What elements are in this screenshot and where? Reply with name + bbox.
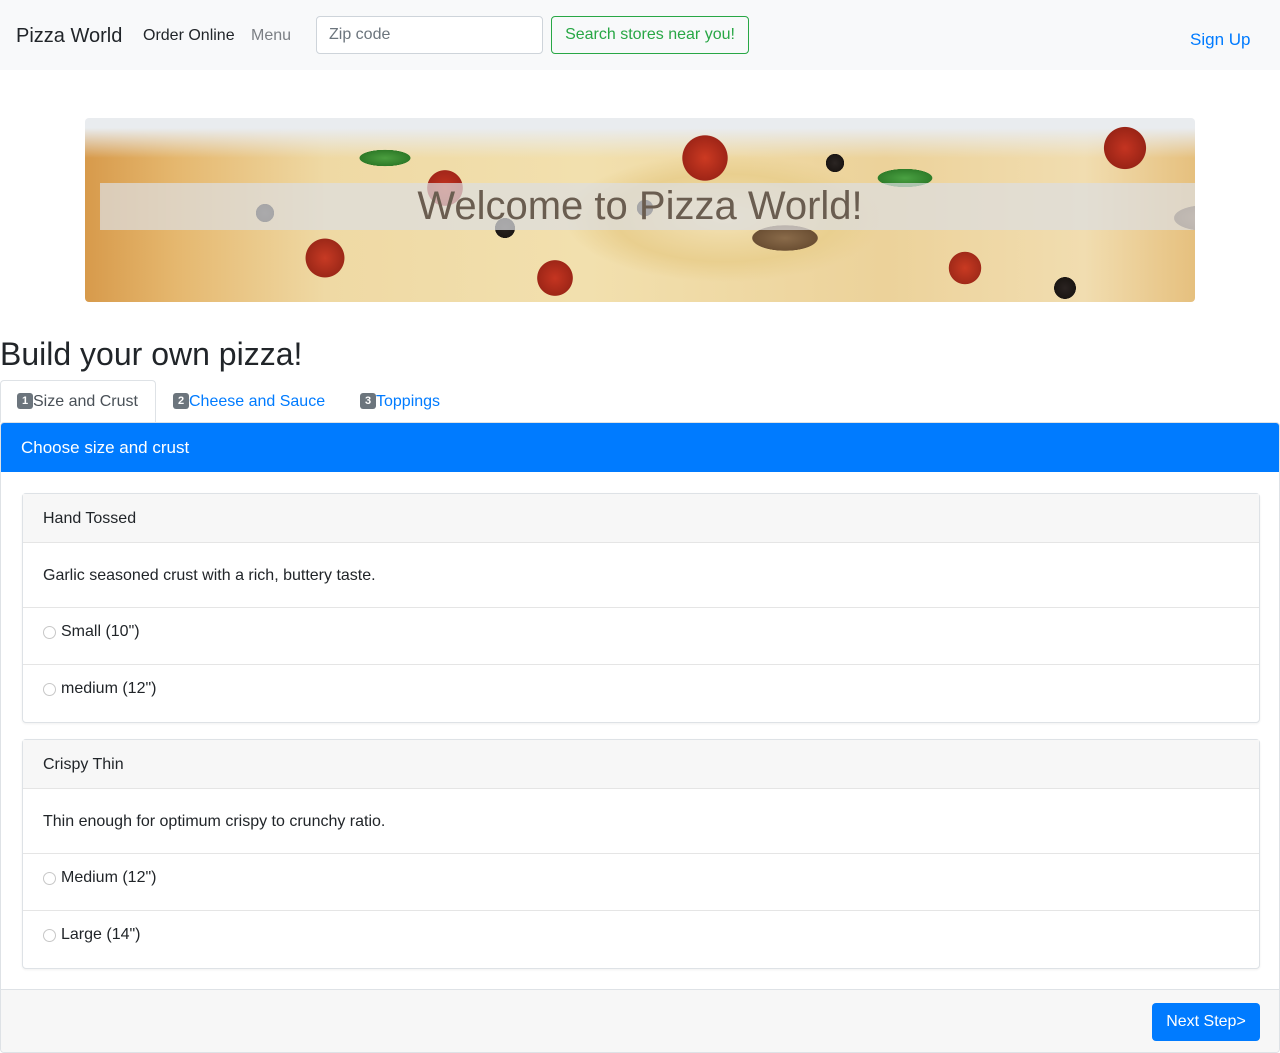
brand-logo[interactable]: Pizza World [16, 24, 122, 48]
hero-title: Welcome to Pizza World! [417, 184, 863, 228]
tab-label: Cheese and Sauce [189, 393, 326, 410]
tab-toppings[interactable]: 3 Toppings [343, 380, 440, 423]
nav-link-order-online[interactable]: Order Online [143, 27, 235, 45]
option-label: Small (10") [61, 623, 140, 640]
tab-cheese-and-sauce[interactable]: 2 Cheese and Sauce [156, 380, 325, 423]
radio-button[interactable] [43, 929, 56, 943]
size-crust-panel: Choose size and crust Hand Tossed Garlic… [0, 422, 1280, 1053]
tab-size-and-crust[interactable]: 1 Size and Crust [0, 380, 156, 423]
size-option-medium[interactable]: medium (12") [23, 665, 1259, 722]
option-label: medium (12") [61, 680, 157, 697]
next-step-button[interactable]: Next Step> [1152, 1003, 1260, 1041]
top-navbar: Pizza World Order Online Menu Search sto… [0, 0, 1280, 70]
page-title: Build your own pizza! [0, 336, 303, 372]
panel-header: Choose size and crust [1, 423, 1279, 472]
tab-label: Toppings [376, 393, 441, 410]
crust-title: Hand Tossed [23, 494, 1259, 543]
crust-card-crispy-thin: Crispy Thin Thin enough for optimum cris… [22, 739, 1260, 969]
step-badge: 2 [173, 392, 189, 409]
radio-button[interactable] [43, 872, 56, 886]
panel-footer: Next Step> [1, 989, 1279, 1052]
radio-button[interactable] [43, 626, 56, 640]
nav-link-menu[interactable]: Menu [251, 27, 291, 45]
hero-banner: Welcome to Pizza World! [85, 118, 1195, 302]
crust-card-hand-tossed: Hand Tossed Garlic seasoned crust with a… [22, 493, 1260, 723]
size-option-small[interactable]: Small (10") [23, 608, 1259, 665]
size-option-large[interactable]: Large (14") [23, 911, 1259, 968]
crust-description: Thin enough for optimum crispy to crunch… [23, 789, 1259, 854]
zip-code-input[interactable] [316, 16, 543, 54]
tab-label: Size and Crust [33, 393, 138, 410]
option-label: Large (14") [61, 926, 141, 943]
crust-description: Garlic seasoned crust with a rich, butte… [23, 543, 1259, 608]
size-option-medium[interactable]: Medium (12") [23, 854, 1259, 911]
crust-title: Crispy Thin [23, 740, 1259, 789]
option-label: Medium (12") [61, 869, 157, 886]
step-badge: 3 [360, 392, 376, 409]
step-badge: 1 [17, 392, 33, 409]
radio-button[interactable] [43, 683, 56, 697]
sign-up-link[interactable]: Sign Up [1190, 30, 1250, 50]
search-stores-button[interactable]: Search stores near you! [551, 16, 749, 54]
